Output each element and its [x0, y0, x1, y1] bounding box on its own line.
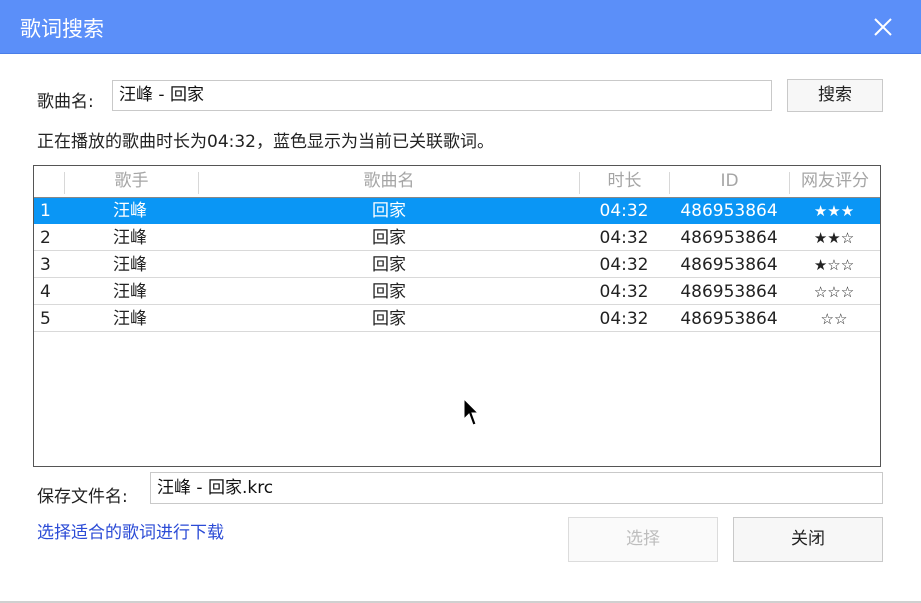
row-id: 486953864 [680, 255, 778, 275]
row-rating-stars: ☆☆☆ [813, 283, 855, 301]
select-button[interactable]: 选择 [568, 517, 718, 562]
window-title: 歌词搜索 [20, 17, 104, 41]
row-rating-stars: ★★☆ [813, 229, 855, 247]
row-rating-stars: ★★★ [813, 202, 855, 220]
row-id: 486953864 [680, 309, 778, 329]
header-duration[interactable]: 时长 [580, 166, 669, 197]
row-artist: 汪峰 [113, 309, 147, 329]
download-hint-link[interactable]: 选择适合的歌词进行下载 [37, 518, 224, 543]
header-song[interactable]: 歌曲名 [199, 166, 579, 197]
row-id: 486953864 [680, 282, 778, 302]
close-icon[interactable] [868, 12, 898, 42]
row-artist: 汪峰 [113, 255, 147, 275]
table-row[interactable]: 2 汪峰 回家 04:32 486953864 ★★☆ [34, 225, 880, 251]
header-artist[interactable]: 歌手 [65, 166, 198, 197]
row-duration: 04:32 [599, 282, 649, 302]
row-duration: 04:32 [599, 309, 649, 329]
table-row[interactable]: 3 汪峰 回家 04:32 486953864 ★☆☆ [34, 252, 880, 278]
song-name-label: 歌曲名: [37, 92, 94, 112]
row-song: 回家 [372, 282, 406, 302]
row-number: 1 [40, 201, 51, 221]
row-duration: 04:32 [599, 228, 649, 248]
row-song: 回家 [372, 201, 406, 221]
row-artist: 汪峰 [113, 228, 147, 248]
table-row[interactable]: 4 汪峰 回家 04:32 486953864 ☆☆☆ [34, 279, 880, 305]
row-rating-stars: ☆☆ [820, 310, 848, 328]
row-song: 回家 [372, 255, 406, 275]
row-duration: 04:32 [599, 201, 649, 221]
mouse-cursor-icon [463, 397, 480, 433]
table-header: 歌手 歌曲名 时长 ID 网友评分 [34, 166, 880, 198]
title-bar: 歌词搜索 [0, 0, 921, 54]
song-name-input[interactable]: 汪峰 - 回家 [112, 80, 772, 111]
header-rating[interactable]: 网友评分 [790, 166, 880, 197]
save-filename-input[interactable]: 汪峰 - 回家.krc [150, 472, 883, 504]
row-number: 4 [40, 282, 51, 302]
row-number: 5 [40, 309, 51, 329]
search-button[interactable]: 搜索 [787, 79, 883, 112]
save-filename-label: 保存文件名: [37, 487, 128, 507]
close-button[interactable]: 关闭 [733, 517, 883, 562]
header-id[interactable]: ID [670, 166, 789, 197]
row-id: 486953864 [680, 201, 778, 221]
row-number: 2 [40, 228, 51, 248]
row-artist: 汪峰 [113, 201, 147, 221]
row-artist: 汪峰 [113, 282, 147, 302]
row-number: 3 [40, 255, 51, 275]
row-id: 486953864 [680, 228, 778, 248]
row-song: 回家 [372, 309, 406, 329]
row-song: 回家 [372, 228, 406, 248]
row-duration: 04:32 [599, 255, 649, 275]
table-row[interactable]: 5 汪峰 回家 04:32 486953864 ☆☆ [34, 306, 880, 332]
duration-info-text: 正在播放的歌曲时长为04:32，蓝色显示为当前已关联歌词。 [37, 132, 494, 152]
row-rating-stars: ★☆☆ [813, 256, 855, 274]
table-row[interactable]: 1 汪峰 回家 04:32 486953864 ★★★ [34, 198, 880, 224]
lyrics-results-table[interactable]: 歌手 歌曲名 时长 ID 网友评分 1 汪峰 回家 04:32 48695386… [33, 165, 881, 467]
